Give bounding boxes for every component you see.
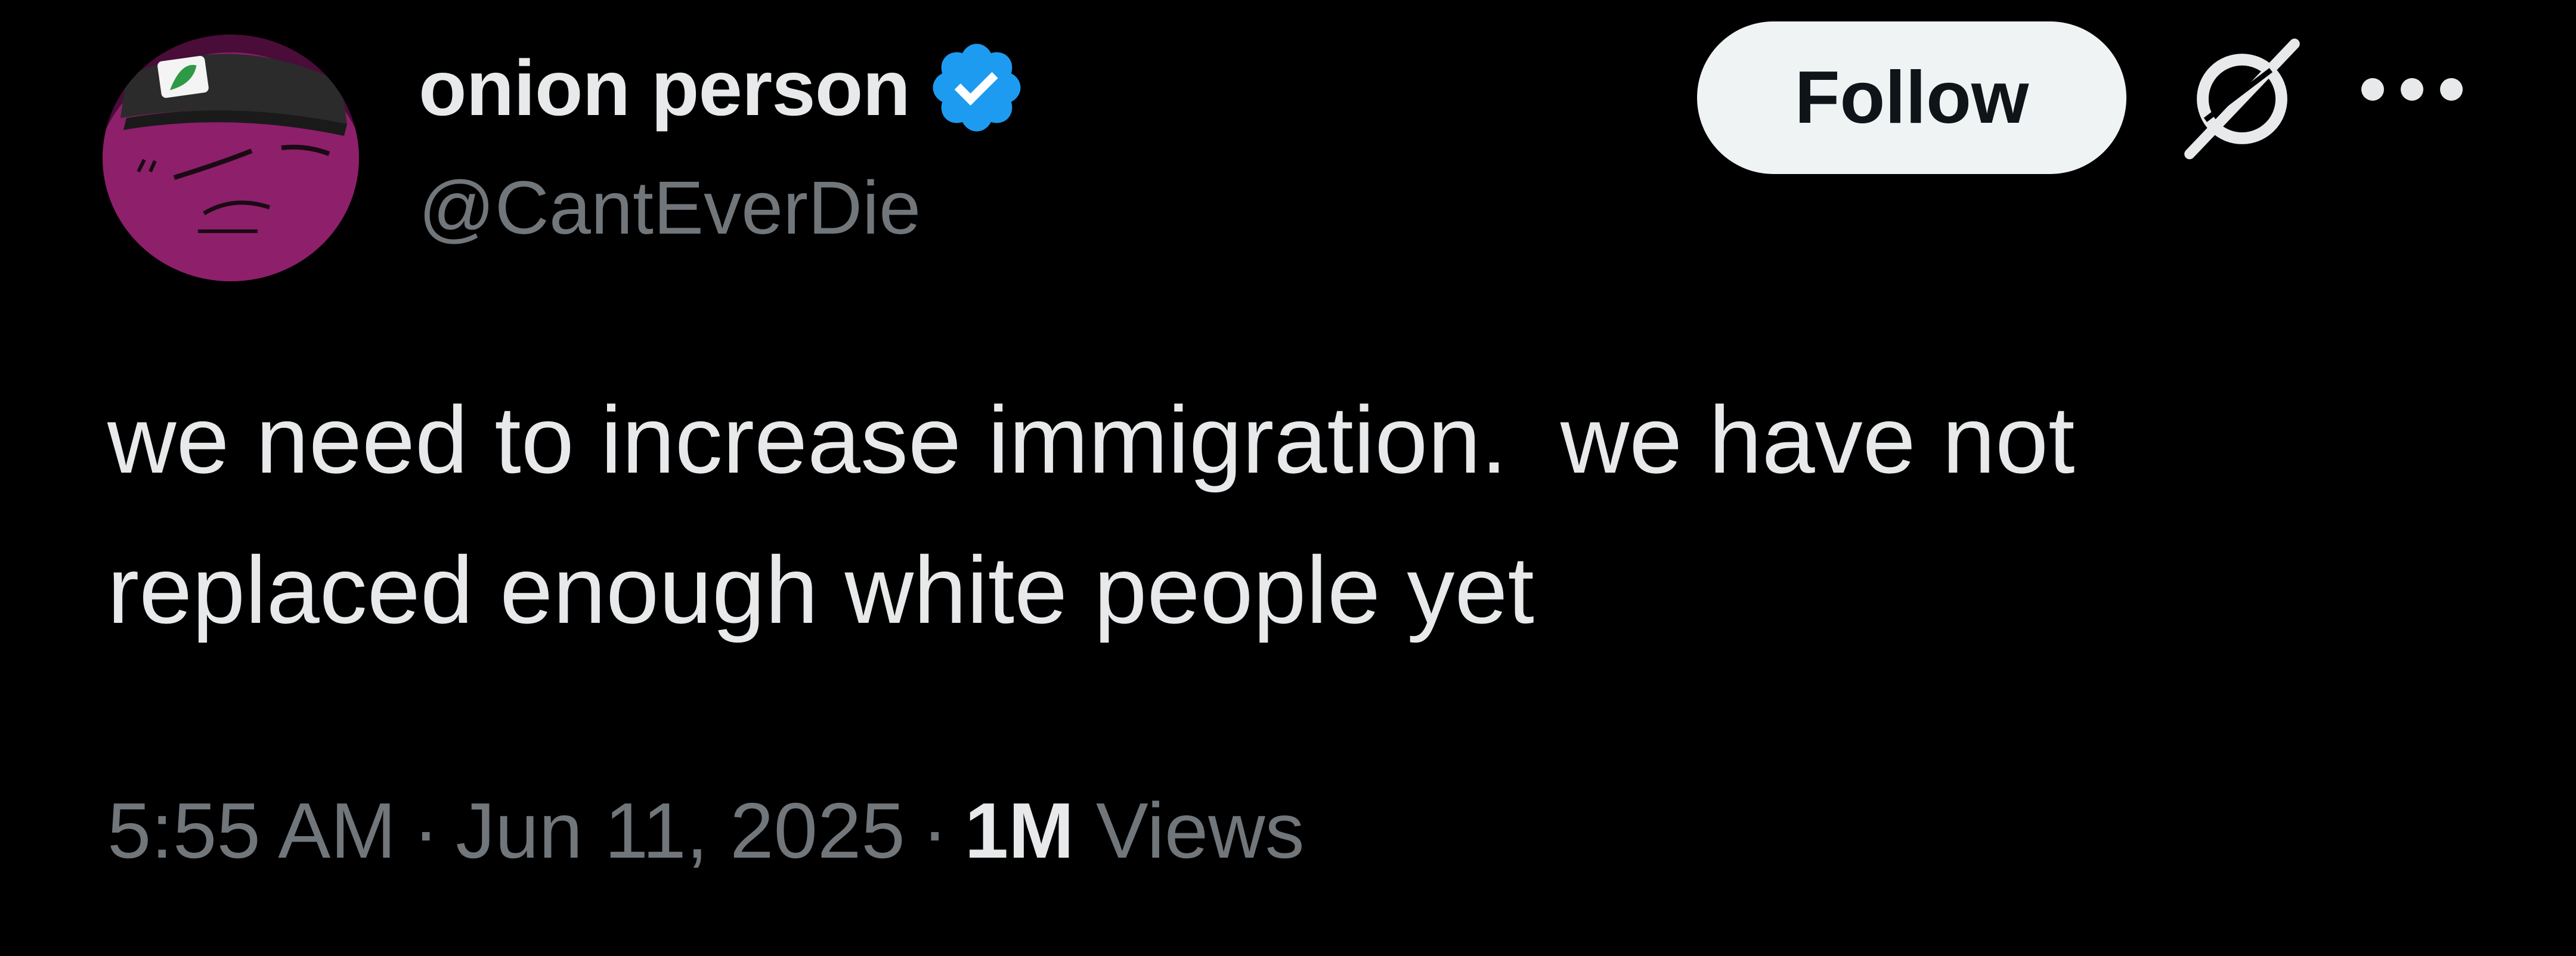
tweet-meta: 5:55 AM · Jun 11, 2025 · 1M Views [107,786,1305,876]
grok-icon[interactable] [2176,33,2308,164]
tweet-date[interactable]: Jun 11, 2025 [456,786,905,876]
views-label[interactable]: Views [1096,786,1305,876]
follow-button[interactable]: Follow [1697,21,2126,174]
more-icon[interactable] [2361,72,2463,107]
avatar[interactable] [103,35,359,281]
tweet-text-line: we need to increase immigration. we have… [107,386,2075,493]
more-dot-icon [2401,78,2423,101]
tweet-text: we need to increase immigration. we have… [107,365,2433,665]
avatar-image [103,35,359,281]
user-display-name-row[interactable]: onion person [419,37,1028,138]
views-count[interactable]: 1M [965,786,1074,876]
user-handle[interactable]: @CantEverDie [419,164,921,251]
tweet-text-line: replaced enough white people yet [107,536,1534,643]
more-dot-icon [2361,78,2384,101]
more-dot-icon [2440,78,2463,101]
display-name[interactable]: onion person [419,43,911,133]
verified-badge-icon[interactable] [925,36,1028,139]
meta-separator: · [921,787,948,874]
tweet-time[interactable]: 5:55 AM [107,786,396,876]
meta-separator: · [413,787,439,874]
